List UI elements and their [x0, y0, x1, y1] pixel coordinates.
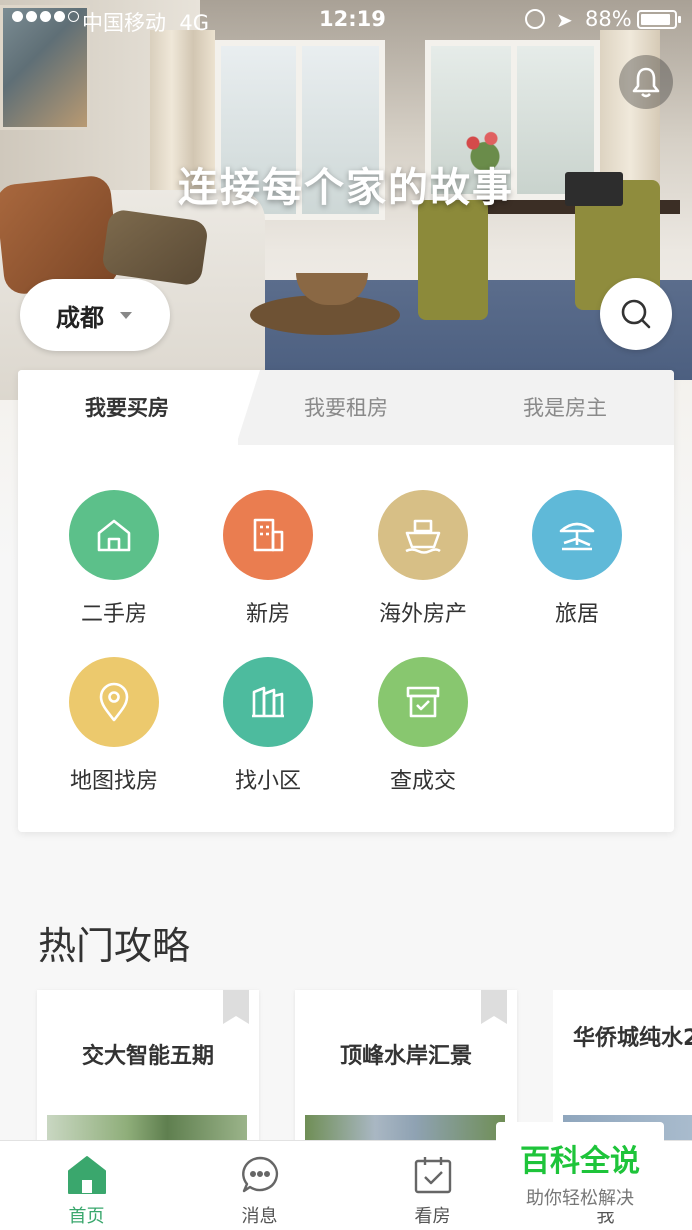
bell-icon — [632, 67, 660, 98]
building-icon — [223, 490, 313, 580]
tab-home[interactable]: 首页 — [0, 1141, 173, 1230]
service-label: 海外房产 — [378, 602, 467, 627]
guide-card[interactable]: 交大智能五期 — [37, 990, 259, 1150]
calendar-check-icon — [414, 1157, 452, 1194]
location-arrow-icon: ➤ — [556, 8, 573, 32]
bookmark-icon[interactable] — [481, 990, 507, 1024]
service-label: 新房 — [245, 602, 290, 627]
tab-label: 首页 — [68, 1206, 105, 1227]
service-label: 旅居 — [554, 602, 599, 627]
battery-icon — [637, 10, 681, 29]
tab-buy[interactable]: 我要买房 — [18, 370, 236, 445]
map-pin-icon — [69, 657, 159, 747]
rotation-lock-icon — [525, 9, 545, 29]
status-bar: 中国移动 4G 12:19 ➤ 88% — [0, 0, 692, 40]
service-new-home[interactable]: 新房 — [193, 490, 343, 628]
tab-viewings[interactable]: 看房 — [346, 1141, 519, 1230]
hot-guides-title: 热门攻略 — [38, 924, 191, 968]
notification-bell-button[interactable] — [619, 55, 673, 109]
status-time: 12:19 — [319, 7, 386, 31]
beach-umbrella-icon — [532, 490, 622, 580]
tab-label: 看房 — [414, 1206, 451, 1227]
watermark-title: 百科全说 — [520, 1144, 640, 1179]
guide-card[interactable]: 顶峰水岸汇景 — [295, 990, 517, 1150]
watermark-logo: 百科全说 助你轻松解决 — [496, 1122, 664, 1212]
carrier-label: 中国移动 4G — [82, 11, 209, 35]
city-label: 成都 — [56, 303, 104, 332]
community-icon — [223, 657, 313, 747]
service-card: 我要买房 我要租房 我是房主 二手房 新房 海外房产 旅居 地图找房 找小区 查… — [18, 370, 674, 832]
tab-bar-top: 我要买房 我要租房 我是房主 — [18, 370, 674, 445]
service-overseas[interactable]: 海外房产 — [348, 490, 498, 628]
search-button[interactable] — [600, 278, 672, 350]
service-second-hand[interactable]: 二手房 — [39, 490, 189, 628]
bookmark-icon[interactable] — [223, 990, 249, 1024]
service-check-deals[interactable]: 查成交 — [348, 657, 498, 795]
guide-title: 顶峰水岸汇景 — [339, 1044, 472, 1069]
service-map-search[interactable]: 地图找房 — [39, 657, 189, 795]
guide-title: 华侨城纯水208区 — [573, 1026, 692, 1051]
ship-icon — [378, 490, 468, 580]
tab-rent[interactable]: 我要租房 — [236, 370, 456, 445]
house-icon — [69, 490, 159, 580]
battery-percent: 88% — [585, 7, 632, 31]
home-icon — [68, 1156, 106, 1194]
watermark-subtitle: 助你轻松解决 — [526, 1188, 634, 1209]
service-label: 找小区 — [234, 769, 301, 794]
signal-icon — [12, 11, 79, 22]
tab-messages[interactable]: 消息 — [173, 1141, 346, 1230]
tab-label: 消息 — [241, 1206, 278, 1227]
service-label: 二手房 — [80, 602, 147, 627]
city-selector[interactable]: 成都 — [20, 279, 170, 351]
archive-box-icon — [378, 657, 468, 747]
chat-icon — [242, 1156, 279, 1193]
caret-down-icon — [120, 311, 132, 319]
tab-owner[interactable]: 我是房主 — [456, 370, 674, 445]
service-label: 地图找房 — [69, 769, 158, 794]
service-label: 查成交 — [389, 769, 456, 794]
hero-slogan: 连接每个家的故事 — [178, 165, 514, 211]
guide-title: 交大智能五期 — [81, 1044, 214, 1069]
service-travel-living[interactable]: 旅居 — [502, 490, 652, 628]
service-find-community[interactable]: 找小区 — [193, 657, 343, 795]
search-icon — [621, 299, 651, 329]
